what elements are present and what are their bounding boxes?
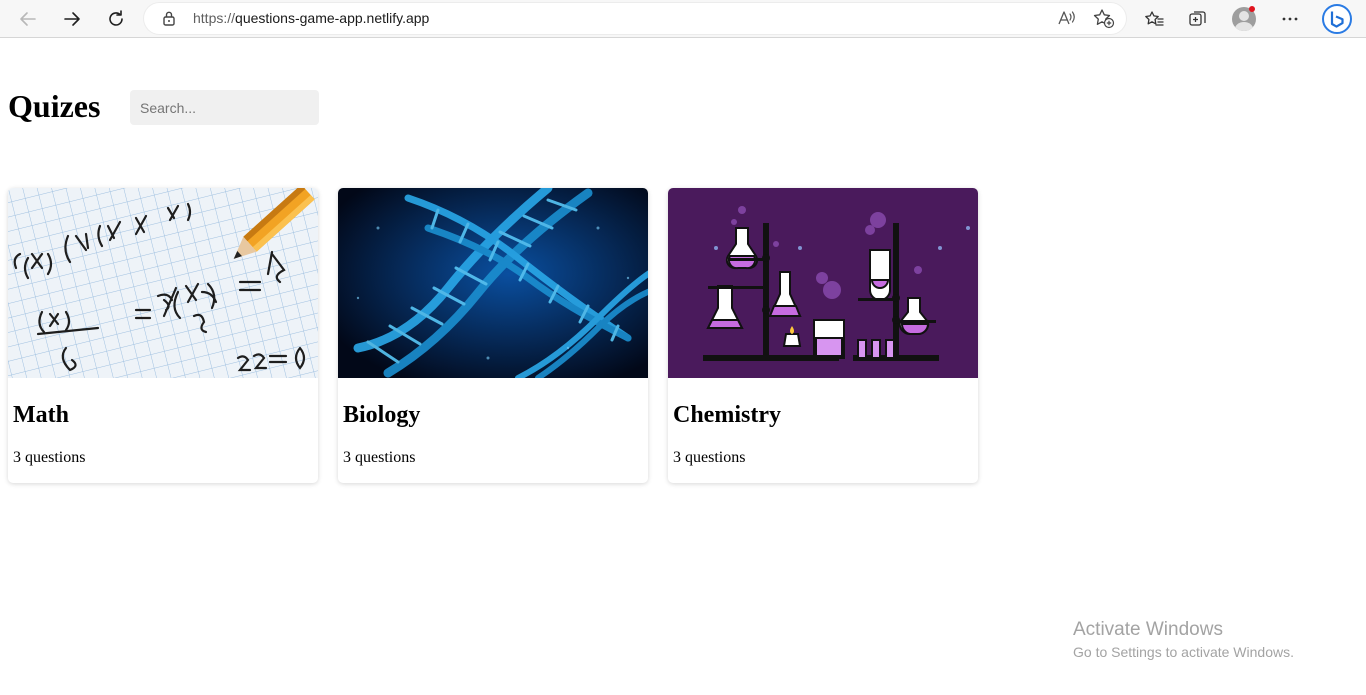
address-bar[interactable]: https://questions-game-app.netlify.app xyxy=(144,3,1126,34)
url-protocol: https:// xyxy=(193,10,236,26)
avatar-head xyxy=(1239,11,1249,21)
quiz-title: Biology xyxy=(343,402,421,428)
back-button[interactable] xyxy=(12,3,44,35)
quiz-title: Math xyxy=(13,402,69,428)
windows-activation-watermark: Activate Windows Go to Settings to activ… xyxy=(1073,619,1294,662)
bing-button[interactable] xyxy=(1322,4,1352,34)
question-count: 3 questions xyxy=(343,449,416,466)
arrow-left-icon xyxy=(20,12,36,26)
quiz-card-math[interactable]: Math 3 questions xyxy=(8,188,318,483)
question-count: 3 questions xyxy=(673,449,746,466)
lab-flasks-image xyxy=(668,188,978,378)
notification-dot xyxy=(1249,6,1255,12)
bing-icon xyxy=(1330,11,1344,28)
search-input[interactable] xyxy=(130,90,319,125)
browser-toolbar: https://questions-game-app.netlify.app xyxy=(0,0,1366,38)
quiz-card-chemistry[interactable]: Chemistry 3 questions xyxy=(668,188,978,483)
collections-icon xyxy=(1189,11,1206,26)
favorites-icon xyxy=(1145,11,1164,26)
watermark-title: Activate Windows xyxy=(1073,619,1223,640)
watermark-subtitle: Go to Settings to activate Windows. xyxy=(1073,644,1294,660)
dna-helix-image xyxy=(338,188,648,378)
avatar-body xyxy=(1235,22,1253,31)
read-aloud-icon[interactable] xyxy=(1057,9,1077,27)
url-host: questions-game-app.netlify.app xyxy=(235,10,430,26)
forward-button[interactable] xyxy=(56,3,88,35)
quiz-title: Chemistry xyxy=(673,402,781,428)
page-title: Quizes xyxy=(8,88,101,124)
url-text[interactable]: https://questions-game-app.netlify.app xyxy=(193,10,429,26)
collections-button[interactable] xyxy=(1182,3,1214,35)
refresh-icon xyxy=(109,10,123,26)
refresh-button[interactable] xyxy=(100,3,132,35)
question-count: 3 questions xyxy=(13,449,86,466)
quiz-card-biology[interactable]: Biology 3 questions xyxy=(338,188,648,483)
ellipsis-icon xyxy=(1282,17,1298,21)
lock-icon[interactable] xyxy=(162,10,176,26)
math-notebook-image xyxy=(8,188,318,378)
star-plus-icon[interactable] xyxy=(1093,8,1115,29)
arrow-right-icon xyxy=(64,12,80,26)
favorites-button[interactable] xyxy=(1138,3,1170,35)
settings-menu-button[interactable] xyxy=(1274,3,1306,35)
